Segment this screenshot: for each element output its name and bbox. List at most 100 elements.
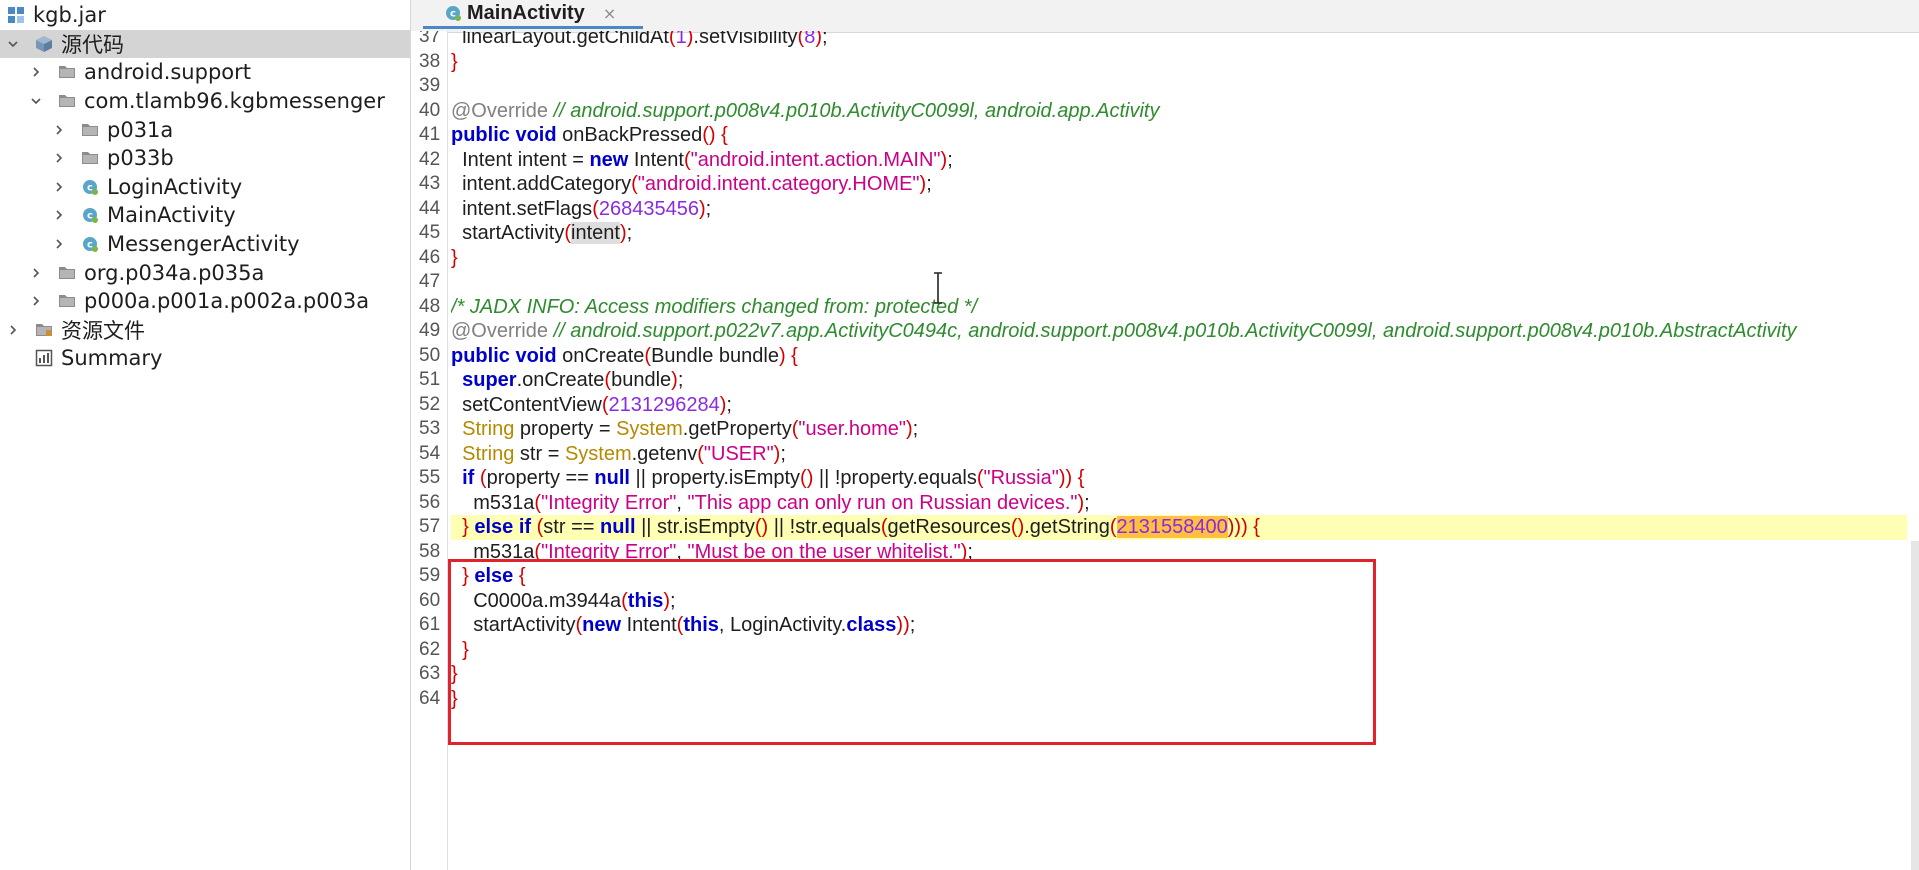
code-token: else — [474, 565, 514, 587]
close-icon[interactable]: × — [603, 4, 616, 23]
code-line[interactable]: 55 if (property == null || property.isEm… — [411, 466, 1907, 491]
line-number: 58 — [419, 540, 441, 562]
chevron-right-icon[interactable] — [52, 208, 66, 222]
code-token: setContentView — [451, 393, 602, 416]
line-number: 57 — [419, 516, 441, 537]
code-line[interactable]: 42 Intent intent = new Intent("android.i… — [411, 148, 1907, 173]
jar-icon — [6, 5, 26, 25]
chevron-right-icon[interactable] — [29, 294, 43, 308]
vertical-scrollbar[interactable] — [1911, 541, 1919, 870]
code-text: linearLayout.getChildAt(1) .setVisibility… — [451, 31, 1907, 50]
tree-item-android-support[interactable]: android.support — [0, 58, 410, 87]
code-token: else if — [474, 516, 532, 538]
tree-item-kgb-jar[interactable]: kgb.jar — [0, 1, 410, 30]
tree-item-loginactivity[interactable]: c LoginActivity — [0, 173, 410, 202]
tree-item-p033b[interactable]: p033b — [0, 144, 410, 173]
tree-item-messengeractivity[interactable]: c MessengerActivity — [0, 230, 410, 259]
code-line[interactable]: 39 — [411, 74, 1907, 99]
folder-icon — [57, 62, 77, 82]
code-line[interactable]: 64} — [411, 687, 1907, 712]
code-token: .getProperty — [682, 418, 792, 440]
code-line[interactable]: 50 public void onCreate(Bundle bundle) { — [411, 344, 1907, 369]
code-line[interactable]: 49 @Override // android.support.p022v7.ap… — [411, 319, 1907, 344]
chevron-right-icon[interactable] — [52, 151, 66, 165]
code-token: linearLayout.getChildAt — [451, 31, 669, 48]
chevron-right-icon[interactable] — [6, 323, 20, 337]
code-text: } — [451, 638, 1907, 663]
code-line[interactable]: 54 String str = System.getenv("USER"); — [411, 442, 1907, 467]
chevron-right-icon[interactable] — [52, 180, 66, 194]
code-line[interactable]: 47 — [411, 270, 1907, 295]
code-token: ) — [698, 197, 706, 220]
code-line[interactable]: 52 setContentView(2131296284); — [411, 393, 1907, 418]
chevron-right-icon[interactable] — [52, 237, 66, 251]
chevron-right-icon[interactable] — [52, 123, 66, 137]
code-token: .getString — [1024, 516, 1110, 538]
code-token: super — [451, 369, 517, 391]
tree-item-p000a-p001a-p002a-p003a[interactable]: p000a.p001a.p002a.p003a — [0, 287, 410, 316]
code-line[interactable]: 41 public void onBackPressed() { — [411, 123, 1907, 148]
resources-folder-icon — [34, 320, 54, 340]
class-icon: c — [80, 205, 100, 225]
code-line[interactable]: 44 intent.setFlags(268435456); — [411, 197, 1907, 222]
class-icon: c — [80, 177, 100, 197]
code-line[interactable]: 62 } — [411, 638, 1907, 663]
code-line[interactable]: 43 intent.addCategory("android.intent.ca… — [411, 172, 1907, 197]
code-editor[interactable]: c MainActivity × 37 linearLayout.getChil… — [411, 0, 1919, 870]
code-token: "Must be on the user whitelist." — [687, 540, 961, 563]
project-tree[interactable]: kgb.jar 源代码 android.support com.tlamb96.kgb… — [0, 0, 411, 870]
tree-item-p031a[interactable]: p031a — [0, 115, 410, 144]
code-token: // android.support.p022v7.app.ActivityC0… — [553, 320, 1797, 342]
code-line[interactable]: 45 startActivity(intent); — [411, 221, 1907, 246]
tree-item-label: kgb.jar — [33, 3, 106, 28]
code-token: || str.isEmpty — [635, 516, 755, 538]
line-number: 49 — [419, 320, 441, 341]
chevron-right-icon[interactable] — [29, 266, 43, 280]
chevron-down-icon[interactable] — [29, 94, 43, 108]
line-number: 52 — [419, 393, 441, 415]
code-text: /* JADX INFO: Access modifiers changed f… — [451, 295, 1907, 320]
code-token: ; — [821, 31, 828, 48]
tree-item-[interactable]: 资源文件 — [0, 316, 410, 345]
code-line[interactable]: 38} — [411, 50, 1907, 75]
code-area[interactable]: 37 linearLayout.getChildAt(1).setVisibil… — [411, 31, 1919, 870]
tree-item-[interactable]: 源代码 — [0, 29, 410, 59]
tree-item-summary[interactable]: Summary — [0, 344, 410, 373]
chevron-down-icon[interactable] — [6, 37, 20, 51]
code-token: intent.addCategory — [451, 173, 632, 195]
code-line[interactable]: 46} — [411, 246, 1907, 271]
code-line[interactable]: 51 super.onCreate(bundle); — [411, 368, 1907, 393]
line-number: 45 — [419, 222, 441, 243]
code-line[interactable]: 56 m531a("Integrity Error", "This app ca… — [411, 491, 1907, 516]
chevron-right-icon[interactable] — [29, 65, 43, 79]
code-token: ) — [671, 369, 678, 391]
code-token: ; — [677, 369, 684, 391]
tree-item-org-p034a-p035a[interactable]: org.p034a.p035a — [0, 258, 410, 287]
code-line[interactable]: 61 startActivity(new Intent(this, LoginA… — [411, 613, 1907, 638]
code-line[interactable]: 60 C0000a.m3944a(this); — [411, 589, 1907, 614]
tree-item-label: p000a.p001a.p002a.p003a — [84, 289, 370, 314]
code-token: () — [800, 467, 814, 489]
tree-item-mainactivity[interactable]: c MainActivity — [0, 201, 410, 230]
code-token: || property.isEmpty — [629, 467, 801, 489]
line-number: 42 — [419, 148, 441, 170]
tree-item-label: p031a — [107, 117, 174, 142]
code-line[interactable]: 40 @Override // android.support.p008v4.p0… — [411, 99, 1907, 124]
code-line[interactable]: 48 /* JADX INFO: Access modifiers changed… — [411, 295, 1907, 320]
code-line[interactable]: 59 } else { — [411, 564, 1907, 589]
code-token: null — [594, 467, 630, 489]
code-text: m531a("Integrity Error", "This app can o… — [451, 491, 1907, 516]
code-token: ; — [967, 540, 973, 563]
code-line[interactable]: 57 } else if (str == null || str.isEmpty… — [411, 515, 1907, 540]
code-line[interactable]: 58 m531a("Integrity Error", "Must be on … — [411, 540, 1907, 565]
tab-mainactivity[interactable]: c MainActivity × — [423, 0, 643, 29]
code-token: Intent intent = — [451, 148, 590, 171]
tree-item-com-tlamb96-kgbmessenger[interactable]: com.tlamb96.kgbmessenger — [0, 87, 410, 116]
code-line[interactable]: 37 linearLayout.getChildAt(1) .setVisibil… — [411, 31, 1907, 50]
caret-spacer — [6, 351, 20, 365]
code-token: () { — [702, 124, 728, 146]
source-package-icon — [34, 34, 54, 54]
code-line[interactable]: 53 String property = System.getProperty(… — [411, 417, 1907, 442]
class-icon: c — [80, 234, 100, 254]
code-line[interactable]: 63} — [411, 662, 1907, 687]
